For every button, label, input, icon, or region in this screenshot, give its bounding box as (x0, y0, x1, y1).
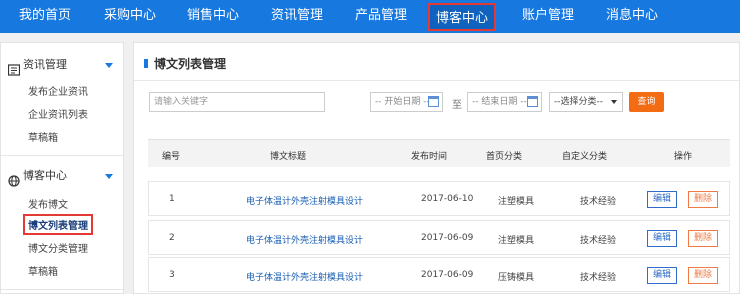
row-title-link[interactable]: 电子体温计外壳注射模具设计 (246, 233, 363, 246)
row-date: 2017-06-09 (421, 233, 474, 243)
page-title: 博文列表管理 (144, 55, 226, 72)
col-home-category: 首页分类 (486, 152, 523, 162)
start-date-input[interactable]: -- 开始日期 -- (370, 92, 443, 112)
nav-home[interactable]: 我的首页 (19, 0, 71, 33)
main-panel: 博文列表管理 请输入关键字 -- 开始日期 -- 至 -- 结束日期 -- --… (133, 42, 740, 294)
sidebar: 资讯管理 发布企业资讯 企业资讯列表 草稿箱 博客中心 发布博文 博文列表管理 … (0, 42, 124, 294)
query-button[interactable]: 查询 (629, 92, 664, 112)
keyword-search-input[interactable]: 请输入关键字 (149, 92, 325, 112)
top-nav: 我的首页 采购中心 销售中心 资讯管理 产品管理 博客中心 账户管理 消息中心 (0, 0, 740, 33)
table-row: 2 电子体温计外壳注射模具设计 2017-06-09 注塑模具 技术经验 编辑 … (148, 220, 730, 255)
delete-button[interactable]: 删除 (688, 267, 718, 284)
date-range-separator: 至 (452, 100, 462, 111)
row-title-link[interactable]: 电子体温计外壳注射模具设计 (246, 194, 363, 207)
row-id: 1 (169, 194, 175, 204)
row-home-category: 压铸模具 (498, 273, 535, 283)
globe-icon (8, 170, 20, 187)
table-header: 编号 博文标题 发布时间 首页分类 自定义分类 操作 (148, 139, 730, 167)
nav-messages[interactable]: 消息中心 (606, 0, 658, 33)
row-date: 2017-06-09 (421, 270, 474, 280)
document-icon (7, 59, 21, 76)
sidebar-section-news[interactable]: 资讯管理 (1, 51, 125, 79)
end-date-input[interactable]: -- 结束日期 -- (467, 92, 542, 112)
chevron-down-icon (105, 174, 113, 179)
col-date: 发布时间 (411, 152, 448, 162)
edit-button[interactable]: 编辑 (647, 191, 677, 208)
category-select[interactable]: --选择分类-- (549, 92, 623, 112)
calendar-icon[interactable] (527, 96, 538, 107)
row-date: 2017-06-10 (421, 194, 474, 204)
sidebar-divider (1, 155, 123, 156)
nav-blog[interactable]: 博客中心 (428, 3, 497, 31)
category-select-value: --选择分类-- (554, 97, 603, 107)
title-marker (144, 59, 148, 68)
edit-button[interactable]: 编辑 (647, 230, 677, 247)
page-title-text: 博文列表管理 (154, 57, 227, 71)
nav-sales[interactable]: 销售中心 (187, 0, 239, 33)
sidebar-section-label: 博客中心 (23, 169, 67, 182)
row-home-category: 注塑模具 (498, 236, 535, 246)
start-date-placeholder: -- 开始日期 -- (375, 97, 430, 107)
row-custom-category: 技术经验 (580, 236, 617, 246)
row-custom-category: 技术经验 (580, 273, 617, 283)
row-id: 2 (169, 233, 175, 243)
title-divider (134, 80, 739, 81)
table-row: 1 电子体温计外壳注射模具设计 2017-06-10 注塑模具 技术经验 编辑 … (148, 181, 730, 216)
sidebar-item-news-list[interactable]: 企业资讯列表 (28, 106, 88, 121)
row-home-category: 注塑模具 (498, 197, 535, 207)
chevron-down-icon (105, 63, 113, 68)
table-row: 3 电子体温计外壳注射模具设计 2017-06-09 压铸模具 技术经验 编辑 … (148, 257, 730, 292)
edit-button[interactable]: 编辑 (647, 267, 677, 284)
sidebar-item-publish-news[interactable]: 发布企业资讯 (28, 83, 88, 98)
sidebar-section-blog[interactable]: 博客中心 (1, 162, 125, 190)
end-date-placeholder: -- 结束日期 -- (472, 97, 527, 107)
dropdown-arrow-icon (611, 100, 617, 104)
sidebar-item-blog-drafts[interactable]: 草稿箱 (28, 263, 58, 278)
nav-products[interactable]: 产品管理 (355, 0, 407, 33)
delete-button[interactable]: 删除 (688, 230, 718, 247)
row-title-link[interactable]: 电子体温计外壳注射模具设计 (246, 270, 363, 283)
sidebar-item-blog-list[interactable]: 博文列表管理 (23, 214, 93, 235)
delete-button[interactable]: 删除 (688, 191, 718, 208)
row-custom-category: 技术经验 (580, 197, 617, 207)
row-id: 3 (169, 270, 175, 280)
col-actions: 操作 (674, 152, 693, 162)
col-title: 博文标题 (270, 152, 307, 162)
sidebar-item-blog-categories[interactable]: 博文分类管理 (28, 240, 88, 255)
nav-news[interactable]: 资讯管理 (271, 0, 323, 33)
col-id: 编号 (162, 152, 181, 162)
nav-account[interactable]: 账户管理 (522, 0, 574, 33)
sidebar-section-label: 资讯管理 (23, 58, 67, 71)
col-custom-category: 自定义分类 (562, 152, 608, 162)
sidebar-item-news-drafts[interactable]: 草稿箱 (28, 129, 58, 144)
sidebar-divider (1, 289, 123, 290)
nav-purchase[interactable]: 采购中心 (104, 0, 156, 33)
calendar-icon[interactable] (428, 96, 439, 107)
sidebar-item-publish-blog[interactable]: 发布博文 (28, 196, 68, 211)
